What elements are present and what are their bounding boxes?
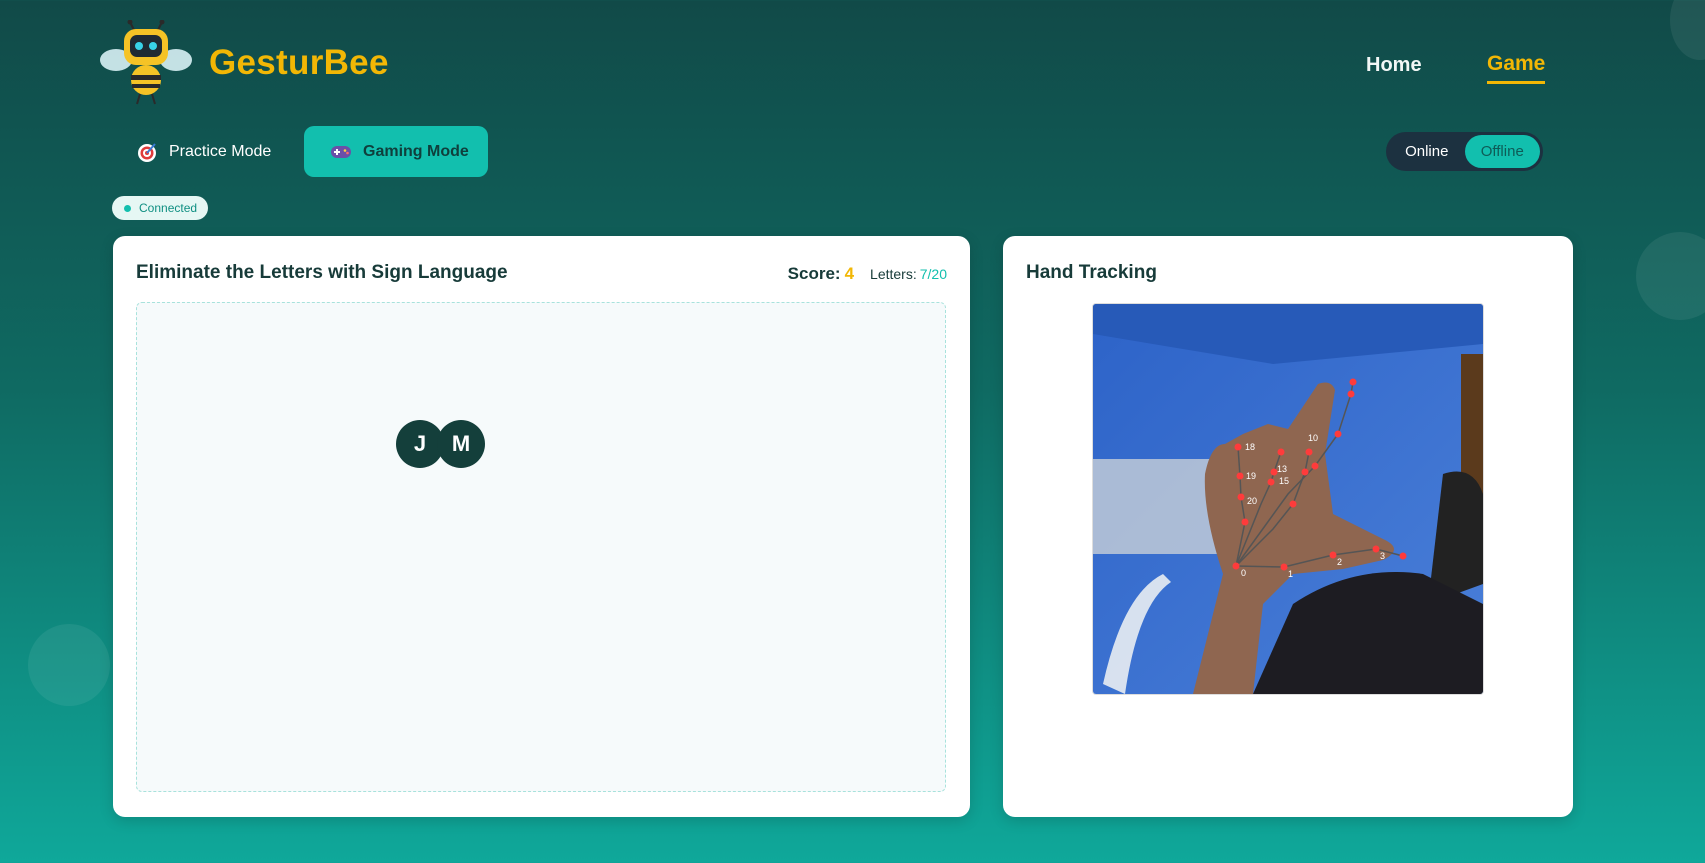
online-option[interactable]: Online <box>1389 135 1465 168</box>
connection-status-badge: Connected <box>112 196 209 220</box>
brand-name: GesturBee <box>209 43 389 82</box>
hand-tracking-panel: Hand Tracking 0 1 2 3 10 13 15 18 19 20 <box>1003 236 1573 817</box>
hand-tracking-title: Hand Tracking <box>1026 262 1157 283</box>
landmark-label: 10 <box>1308 433 1318 443</box>
status-dot-icon <box>124 204 131 212</box>
landmark-label: 1 <box>1288 569 1293 579</box>
status-label: Connected <box>139 201 198 215</box>
game-panel-title: Eliminate the Letters with Sign Language <box>136 262 508 283</box>
letters-value: 7/20 <box>919 266 947 282</box>
offline-option[interactable]: Offline <box>1464 135 1540 168</box>
gaming-mode-label: Gaming Mode <box>363 142 469 160</box>
game-panel: Eliminate the Letters with Sign Language… <box>113 236 970 817</box>
webcam-feed: 0 1 2 3 10 13 15 18 19 20 <box>1092 303 1484 695</box>
landmark-label: 18 <box>1245 442 1255 452</box>
target-icon <box>138 142 156 162</box>
game-play-area: J M <box>136 302 946 792</box>
background-bokeh <box>28 624 110 706</box>
landmark-label: 3 <box>1380 551 1385 561</box>
nav-game-link[interactable]: Game <box>1487 52 1546 84</box>
landmark-label: 15 <box>1279 476 1289 486</box>
webcam-hand-image: 0 1 2 3 10 13 15 18 19 20 <box>1093 304 1483 694</box>
landmark-label: 19 <box>1246 471 1256 481</box>
gamepad-icon <box>331 145 351 158</box>
landmark-label: 0 <box>1241 568 1246 578</box>
score-value: 4 <box>844 264 855 283</box>
score-label: Score: <box>787 264 841 283</box>
score-area: Score: 4 Letters: 7/20 <box>788 264 947 284</box>
bee-robot-logo <box>100 20 192 105</box>
practice-mode-button[interactable]: Practice Mode <box>116 126 286 177</box>
landmark-label: 13 <box>1277 464 1287 474</box>
online-offline-toggle[interactable]: Online Offline <box>1386 132 1543 171</box>
nav-home-link[interactable]: Home <box>1366 54 1422 77</box>
practice-mode-label: Practice Mode <box>169 142 272 160</box>
letter-bubble: M <box>437 420 485 468</box>
gaming-mode-button[interactable]: Gaming Mode <box>304 126 488 177</box>
top-header: GesturBee Home Game <box>0 0 1705 120</box>
letters-label: Letters: <box>870 266 917 282</box>
landmark-label: 20 <box>1247 496 1257 506</box>
landmark-label: 2 <box>1337 557 1342 567</box>
background-bokeh <box>1636 232 1705 320</box>
